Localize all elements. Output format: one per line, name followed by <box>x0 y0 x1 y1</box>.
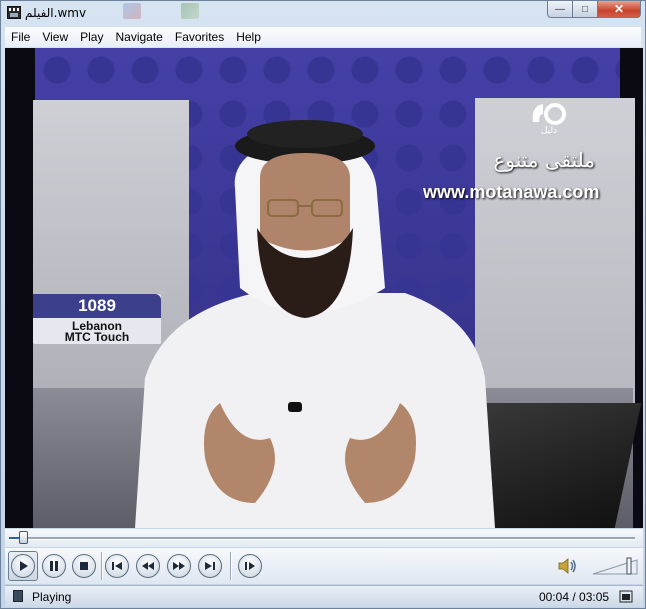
maximize-button[interactable]: □ <box>572 1 598 18</box>
switch-to-skin-button[interactable] <box>238 554 262 578</box>
stop-button[interactable] <box>72 554 96 578</box>
phone-banner: 1089 Lebanon MTC Touch <box>33 294 161 344</box>
transport-controls <box>5 548 643 584</box>
play-icon <box>20 561 28 571</box>
menu-file[interactable]: File <box>5 30 36 44</box>
next-button[interactable] <box>198 554 222 578</box>
seek-bar[interactable] <box>5 529 643 547</box>
video-frame[interactable]: دليل ملتقى متنوع www.motanawa.com 1089 L… <box>5 48 643 528</box>
overlay-url-text: www.motanawa.com <box>423 182 600 202</box>
window-controls: — □ ✕ <box>547 1 641 19</box>
menu-play[interactable]: Play <box>74 30 109 44</box>
video-file-icon <box>7 6 21 19</box>
media-player-window: الفيلم.wmv — □ ✕ File View Play Navigate… <box>0 0 646 609</box>
channel-logo-text: دليل <box>541 126 557 134</box>
previous-button[interactable] <box>105 554 129 578</box>
close-button[interactable]: ✕ <box>597 1 641 18</box>
fast-forward-icon <box>173 562 185 570</box>
controls-separator <box>230 552 232 580</box>
status-icon <box>13 590 23 602</box>
channel-logo: دليل <box>532 103 566 134</box>
title-bar[interactable]: الفيلم.wmv — □ ✕ <box>1 1 645 26</box>
volume-thumb[interactable] <box>626 557 632 575</box>
menu-view[interactable]: View <box>36 30 74 44</box>
phone-label: Lebanon MTC Touch <box>33 320 161 344</box>
previous-icon <box>112 562 122 570</box>
pause-button[interactable] <box>42 554 66 578</box>
phone-label-network: MTC Touch <box>64 330 130 344</box>
seek-track[interactable] <box>9 537 635 540</box>
window-title: الفيلم.wmv <box>25 6 87 20</box>
menu-favorites[interactable]: Favorites <box>169 30 230 44</box>
playback-time: 00:04 / 03:05 <box>539 590 610 604</box>
seek-thumb[interactable] <box>19 531 28 544</box>
rewind-button[interactable] <box>136 554 160 578</box>
taskbar-ghost-icon <box>123 3 141 19</box>
fast-forward-button[interactable] <box>167 554 191 578</box>
playback-status: Playing <box>32 590 72 604</box>
stop-icon <box>80 562 88 570</box>
overlay-arabic-text: ملتقى متنوع <box>493 148 595 172</box>
resize-grip-icon[interactable] <box>619 590 633 603</box>
switch-skin-icon <box>245 562 255 570</box>
play-button[interactable] <box>11 554 35 578</box>
next-icon <box>205 562 215 570</box>
volume-slider[interactable] <box>591 556 639 576</box>
controls-separator <box>101 552 103 580</box>
pause-icon <box>50 561 58 571</box>
minimize-button[interactable]: — <box>547 1 573 18</box>
status-bar: Playing 00:04 / 03:05 <box>5 585 643 607</box>
phone-number: 1089 <box>33 294 161 318</box>
rewind-icon <box>142 562 154 570</box>
menu-bar: File View Play Navigate Favorites Help <box>5 27 641 47</box>
menu-help[interactable]: Help <box>230 30 267 44</box>
speaker-icon[interactable] <box>557 557 579 575</box>
menu-navigate[interactable]: Navigate <box>109 30 168 44</box>
taskbar-ghost-icon <box>181 3 199 19</box>
